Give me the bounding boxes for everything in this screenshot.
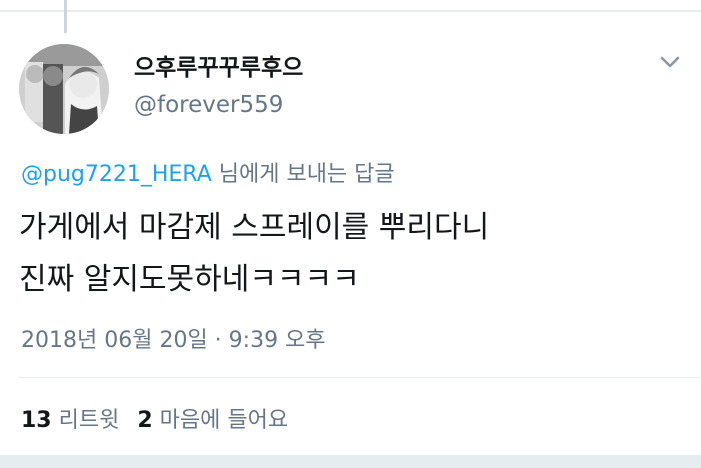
retweets-label: 리트윗 <box>58 408 120 433</box>
tweet-text: 가게에서 마감제 스프레이를 뿌리다니 진짜 알지도못하네ㅋㅋㅋㅋ <box>19 202 689 306</box>
avatar[interactable] <box>19 44 109 134</box>
reply-context-label: 님에게 보내는 답글 <box>211 162 395 187</box>
tweet-timestamp[interactable]: 2018년 06월 20일 · 9:39 오후 <box>21 322 326 354</box>
chevron-down-icon[interactable] <box>659 54 681 70</box>
retweets-count: 13 <box>21 408 52 433</box>
retweets-stat[interactable]: 13 리트윗 <box>21 402 119 434</box>
likes-stat[interactable]: 2 마음에 들어요 <box>137 402 288 434</box>
user-handle[interactable]: @forever559 <box>134 92 283 118</box>
likes-label: 마음에 들어요 <box>159 408 289 433</box>
likes-count: 2 <box>137 408 153 433</box>
stats-divider <box>19 377 701 378</box>
tweet-text-line: 가게에서 마감제 스프레이를 뿌리다니 <box>19 210 490 245</box>
tweet-text-line: 진짜 알지도못하네ㅋㅋㅋㅋ <box>19 262 360 297</box>
thread-connector-line <box>64 0 67 33</box>
display-name[interactable]: 으후루꾸꾸루후으 <box>134 48 303 82</box>
reply-context: @pug7221_HERA 님에게 보내는 답글 <box>21 156 395 188</box>
reply-to-mention-link[interactable]: @pug7221_HERA <box>21 162 212 187</box>
engagement-stats: 13 리트윗 2 마음에 들어요 <box>21 402 288 434</box>
bottom-divider <box>0 455 701 468</box>
top-divider <box>0 10 701 12</box>
